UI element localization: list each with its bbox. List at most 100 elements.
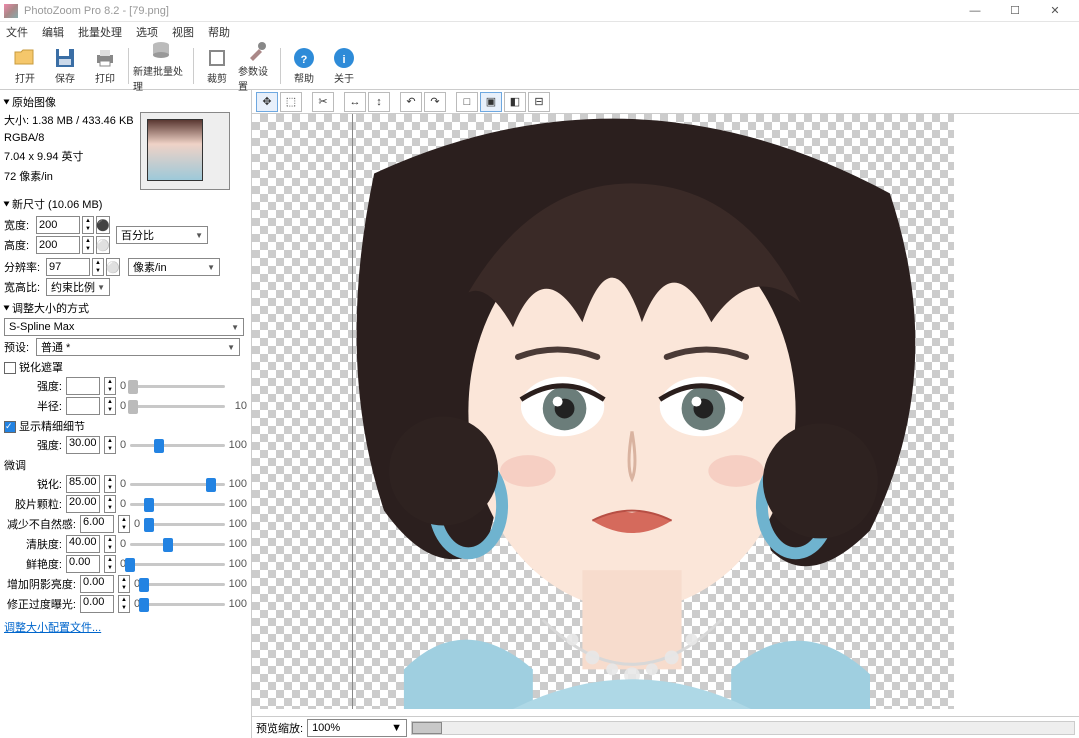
help-button[interactable]: ? 帮助 [285,44,323,88]
shadow-spinner[interactable]: ▲▼ [118,575,130,593]
section-method[interactable]: 调整大小的方式 [4,300,247,316]
settings-button[interactable]: 参数设置 [238,44,276,88]
res-spinner[interactable]: ▲▼ [92,258,104,276]
detail-checkbox[interactable] [4,421,16,433]
help-icon: ? [292,46,316,70]
crop-button[interactable]: 裁剪 [198,44,236,88]
aspect-dropdown[interactable]: 约束比例▼ [46,278,110,296]
pan-tool[interactable]: ✥ [256,92,278,112]
grain-spinner[interactable]: ▲▼ [104,495,116,513]
batch-button[interactable]: 新建批量处理 [133,44,189,88]
vivid-label: 鲜艳度: [4,556,62,572]
section-newsize[interactable]: 新尺寸 (10.06 MB) [4,196,247,212]
svg-text:i: i [342,54,345,66]
menu-edit[interactable]: 编辑 [42,24,64,40]
save-icon [53,46,77,70]
detail-label: 显示精细细节 [19,421,85,433]
info-icon: i [332,46,356,70]
menu-file[interactable]: 文件 [6,24,28,40]
canvas-toolbar: ✥ ⬚ ✂ ↔ ↕ ↶ ↷ □ ▣ ◧ ⊟ [252,90,1079,114]
strength-slider[interactable] [130,385,225,388]
flip-v-tool[interactable]: ↕ [368,92,390,112]
bottom-bar: 预览缩放: 100%▼ [252,716,1079,738]
skin-spinner[interactable]: ▲▼ [104,535,116,553]
artifact-spinner[interactable]: ▲▼ [118,515,130,533]
strength-input[interactable] [66,377,100,395]
crop-tool[interactable]: ✂ [312,92,334,112]
close-button[interactable]: ✕ [1035,0,1075,22]
printer-icon [93,46,117,70]
select-tool[interactable]: ⬚ [280,92,302,112]
height-lock[interactable]: ⚪ [96,236,110,254]
skin-input[interactable]: 40.00 [66,535,100,553]
horizontal-scrollbar[interactable] [411,721,1075,735]
width-label: 宽度: [4,217,34,233]
sharp-spinner[interactable]: ▲▼ [104,475,116,493]
menu-view[interactable]: 视图 [172,24,194,40]
folder-open-icon [13,46,37,70]
intensity-slider[interactable] [130,444,225,447]
sharp-slider[interactable] [130,483,225,486]
window-title: PhotoZoom Pro 8.2 - [79.png] [24,5,169,17]
menu-help[interactable]: 帮助 [208,24,230,40]
zoom-dropdown[interactable]: 100%▼ [307,719,407,737]
skin-slider[interactable] [130,543,225,546]
intensity-spinner[interactable]: ▲▼ [104,436,116,454]
highlight-input[interactable]: 0.00 [80,595,114,613]
artifact-input[interactable]: 6.00 [80,515,114,533]
sidebar: 原始图像 大小: 1.38 MB / 433.46 KB RGBA/8 7.04… [0,90,252,738]
aspect-label: 宽高比: [4,279,44,295]
section-original[interactable]: 原始图像 [4,94,247,110]
vivid-spinner[interactable]: ▲▼ [104,555,116,573]
height-input[interactable] [36,236,80,254]
zoom-label: 预览缩放: [256,720,303,736]
height-spinner[interactable]: ▲▼ [82,236,94,254]
artifact-slider[interactable] [144,523,225,526]
width-lock[interactable]: ⚫ [96,216,110,234]
mask-checkbox[interactable] [4,362,16,374]
rotate-right-tool[interactable]: ↷ [424,92,446,112]
res-label: 分辨率: [4,259,44,275]
profile-link[interactable]: 调整大小配置文件... [4,619,101,635]
orig-dpi: 72 像素/in [4,168,134,184]
app-icon [4,4,18,18]
shadow-input[interactable]: 0.00 [80,575,114,593]
vivid-input[interactable]: 0.00 [66,555,100,573]
minimize-button[interactable]: — [955,0,995,22]
grain-slider[interactable] [130,503,225,506]
intensity-input[interactable]: 30.00 [66,436,100,454]
split-center[interactable]: ▣ [480,92,502,112]
shadow-slider[interactable] [144,583,225,586]
rotate-left-tool[interactable]: ↶ [400,92,422,112]
unit-dpi-dropdown[interactable]: 像素/in▼ [128,258,220,276]
thumbnail[interactable] [140,112,230,190]
highlight-slider[interactable] [144,603,225,606]
strength-spinner[interactable]: ▲▼ [104,377,116,395]
about-button[interactable]: i 关于 [325,44,363,88]
split-horizontal[interactable]: ◧ [504,92,526,112]
split-none[interactable]: □ [456,92,478,112]
print-button[interactable]: 打印 [86,44,124,88]
radius-input[interactable] [66,397,100,415]
finetune-label: 微调 [4,457,247,473]
vivid-slider[interactable] [130,563,225,566]
open-button[interactable]: 打开 [6,44,44,88]
radius-spinner[interactable]: ▲▼ [104,397,116,415]
split-vertical[interactable]: ⊟ [528,92,550,112]
res-input[interactable] [46,258,90,276]
algo-dropdown[interactable]: S-Spline Max▼ [4,318,244,336]
canvas[interactable] [252,114,1079,716]
sharp-input[interactable]: 85.00 [66,475,100,493]
width-input[interactable] [36,216,80,234]
preset-dropdown[interactable]: 普通 *▼ [36,338,240,356]
flip-h-tool[interactable]: ↔ [344,92,366,112]
menu-batch[interactable]: 批量处理 [78,24,122,40]
radius-slider[interactable] [130,405,225,408]
unit-percent-dropdown[interactable]: 百分比▼ [116,226,208,244]
grain-input[interactable]: 20.00 [66,495,100,513]
highlight-spinner[interactable]: ▲▼ [118,595,130,613]
maximize-button[interactable]: ☐ [995,0,1035,22]
save-button[interactable]: 保存 [46,44,84,88]
res-lock[interactable]: ⚪ [106,258,120,276]
width-spinner[interactable]: ▲▼ [82,216,94,234]
